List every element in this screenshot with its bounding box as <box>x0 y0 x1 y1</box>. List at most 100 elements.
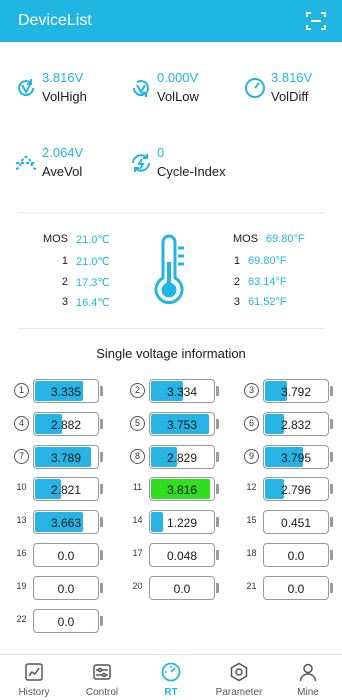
cell-value: 2.882 <box>50 418 82 432</box>
stat-label: VolHigh <box>42 89 87 104</box>
cell-voltage: 12 2.796 <box>244 477 336 501</box>
battery-cap <box>100 583 103 593</box>
tab-label: History <box>18 687 50 698</box>
cell-index: 21 <box>246 581 257 591</box>
hexagon-icon <box>230 662 248 682</box>
tab-parameter[interactable]: Parameter <box>205 655 273 700</box>
cell-value: 0.048 <box>166 549 198 563</box>
stat-vol-low: 0.000V VolLow <box>129 70 229 110</box>
stat-label: VolLow <box>157 89 199 104</box>
cell-index: 3 <box>244 383 259 398</box>
temp-row-celsius-3: 3 16.4℃ <box>30 296 140 312</box>
cell-value: 2.821 <box>50 483 82 497</box>
battery-cap <box>216 583 219 593</box>
temp-key: 2 <box>61 276 68 288</box>
temp-row-celsius-1: 1 21.0℃ <box>30 255 140 271</box>
cell-index: 18 <box>246 548 257 558</box>
cell-index: 6 <box>244 416 259 431</box>
battery-icon: 2.796 <box>263 477 329 501</box>
cell-value: 3.753 <box>166 418 198 432</box>
temp-row-fahrenheit-1: 1 69.80°F <box>222 255 340 271</box>
cell-value: 3.792 <box>280 385 312 399</box>
cell-index: 1 <box>14 383 29 398</box>
person-icon <box>299 663 317 682</box>
cell-voltage: 5 3.753 <box>130 412 222 436</box>
scan-icon[interactable] <box>304 9 328 33</box>
cell-value: 3.335 <box>50 385 82 399</box>
temp-key: 3 <box>233 296 240 308</box>
cell-index: 13 <box>16 515 27 525</box>
divider <box>18 328 324 329</box>
battery-icon: 0.048 <box>149 543 215 567</box>
battery-icon: 0.0 <box>33 609 99 633</box>
battery-cap <box>100 386 103 396</box>
battery-icon: 3.795 <box>263 445 329 469</box>
temp-row-celsius-mos: MOS 21.0℃ <box>30 233 140 249</box>
tab-mine[interactable]: Mine <box>274 655 342 700</box>
cell-value: 3.334 <box>166 385 198 399</box>
battery-cap <box>330 452 333 462</box>
battery-icon: 0.0 <box>33 543 99 567</box>
battery-cap <box>100 517 103 527</box>
cell-value: 0.0 <box>287 549 305 563</box>
temp-value: 63.14°F <box>248 276 287 288</box>
cell-index: 15 <box>246 515 257 525</box>
battery-icon: 0.0 <box>263 543 329 567</box>
cell-value: 3.663 <box>50 516 82 530</box>
battery-cap <box>330 484 333 494</box>
temp-row-fahrenheit-3: 3 61.52°F <box>222 296 340 312</box>
cell-index: 4 <box>14 416 29 431</box>
battery-icon: 2.821 <box>33 477 99 501</box>
bottom-tab-bar: History Control RT Parameter Mine <box>0 654 342 700</box>
battery-cap <box>216 419 219 429</box>
cell-index: 20 <box>132 581 143 591</box>
cell-voltage: 11 3.816 <box>130 477 222 501</box>
chart-icon <box>25 663 43 681</box>
cell-value: 3.789 <box>50 451 82 465</box>
stat-value: 0.000V <box>157 70 199 85</box>
battery-cap <box>216 517 219 527</box>
app-header: DeviceList <box>0 0 342 42</box>
battery-icon: 3.335 <box>33 379 99 403</box>
battery-cap <box>100 550 103 560</box>
temp-row-fahrenheit-2: 2 63.14°F <box>222 276 340 292</box>
dial-icon <box>161 662 181 682</box>
tab-control[interactable]: Control <box>68 655 136 700</box>
cell-voltage: 7 3.789 <box>14 445 106 469</box>
cell-index: 19 <box>16 581 27 591</box>
battery-cap <box>100 419 103 429</box>
temp-value: 69.80°F <box>248 255 287 267</box>
cell-voltage: 9 3.795 <box>244 445 336 469</box>
temp-row-fahrenheit-mos: MOS 69.80°F <box>222 233 340 249</box>
tab-rt[interactable]: RT <box>137 655 205 700</box>
cell-index: 11 <box>132 482 143 492</box>
stat-value: 0 <box>157 145 165 160</box>
battery-cap <box>330 550 333 560</box>
stat-value: 3.816V <box>42 70 84 85</box>
cell-voltage: 6 2.832 <box>244 412 336 436</box>
temp-row-celsius-2: 2 17.3℃ <box>30 276 140 292</box>
cell-voltage: 10 2.821 <box>14 477 106 501</box>
cell-voltage: 17 0.048 <box>130 543 222 567</box>
cell-index: 12 <box>246 482 257 492</box>
cycle-icon <box>129 151 153 175</box>
stat-vol-high: 3.816V VolHigh <box>14 70 114 110</box>
battery-cap <box>216 452 219 462</box>
battery-icon: 0.0 <box>149 576 215 600</box>
stat-value: 2.064V <box>42 145 84 160</box>
cell-value: 3.816 <box>166 483 198 497</box>
battery-cap <box>330 419 333 429</box>
cell-voltage: 19 0.0 <box>14 576 106 600</box>
battery-icon: 2.832 <box>263 412 329 436</box>
battery-cap <box>216 484 219 494</box>
cell-voltage: 1 3.335 <box>14 379 106 403</box>
battery-cap <box>330 517 333 527</box>
battery-icon: 1.229 <box>149 510 215 534</box>
cell-index: 22 <box>16 614 27 624</box>
tab-history[interactable]: History <box>0 655 68 700</box>
temp-key: MOS <box>232 233 258 245</box>
battery-cap <box>330 583 333 593</box>
tab-label: Parameter <box>215 687 263 698</box>
cell-value: 0.0 <box>57 582 75 596</box>
cell-voltage: 2 3.334 <box>130 379 222 403</box>
